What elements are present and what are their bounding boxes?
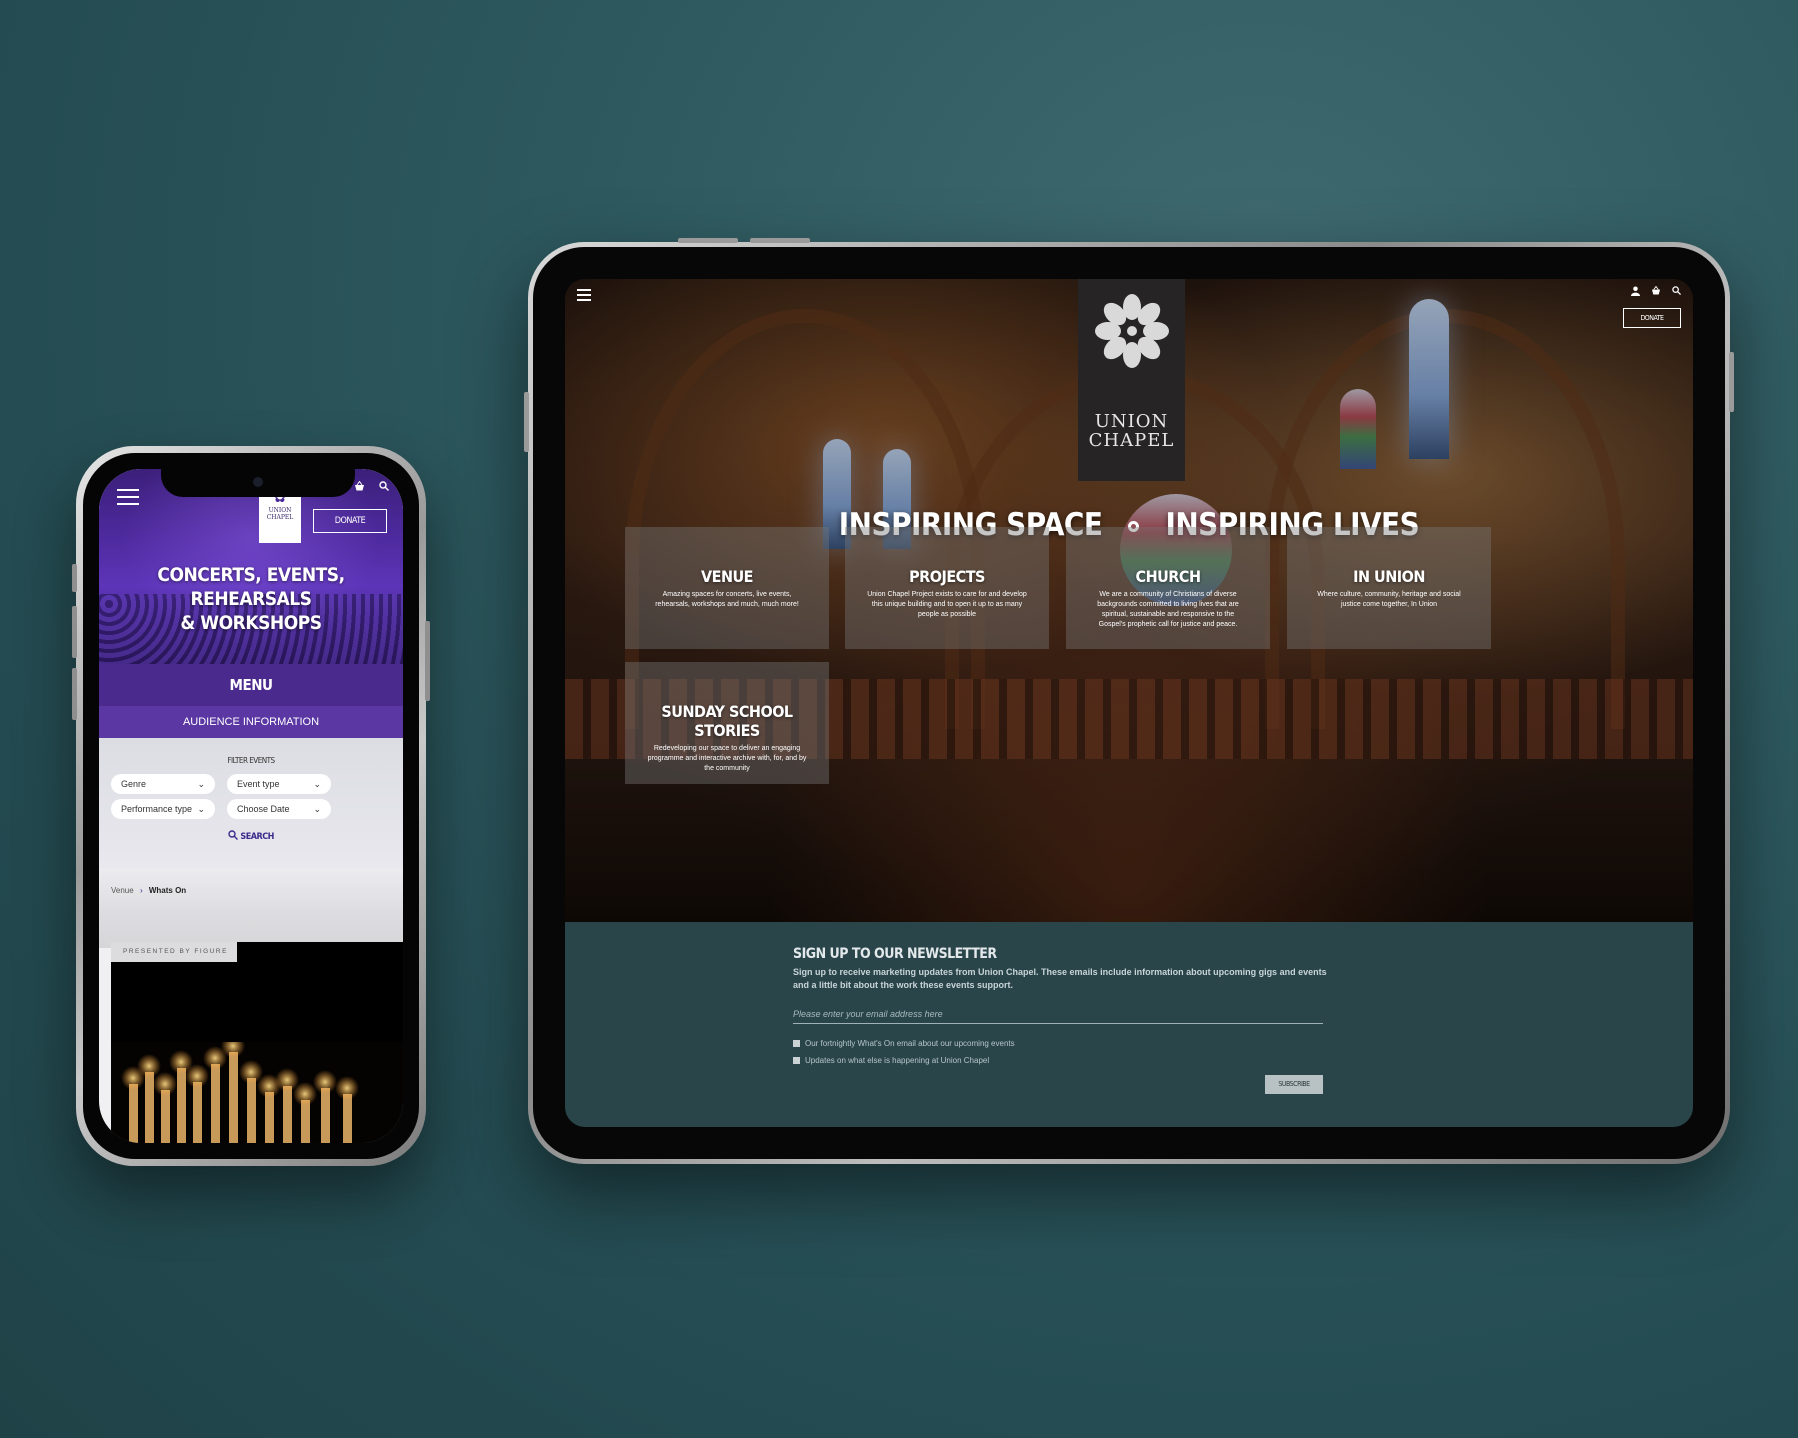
phone-mute-switch [72,564,77,592]
filter-events-panel: FILTER EVENTS Genre ⌄ Event type ⌄ Perfo… [99,738,403,868]
option-label: Updates on what else is happening at Uni… [805,1056,990,1065]
search-label: SEARCH [240,832,274,842]
tile-desc: Amazing spaces for concerts, live events… [655,591,799,608]
chevron-down-icon: ⌄ [313,804,321,814]
chevron-down-icon: ⌄ [197,779,205,789]
phone-volume-down [72,668,77,720]
hero-title: CONCERTS, EVENTS, REHEARSALS & WORKSHOPS [99,563,403,635]
flower-logo-icon [1094,294,1169,368]
search-button[interactable]: SEARCH [99,830,403,842]
phone-bezel: ✿ UNION CHAPEL DONATE CONCERTS, EVENTS, … [83,453,419,1159]
tile-projects[interactable]: PROJECTS Union Chapel Project exists to … [845,527,1049,649]
date-select-value: Choose Date [237,804,290,814]
phone-logo[interactable]: ✿ UNION CHAPEL [259,489,301,543]
logo-line-1: UNION [268,507,292,514]
event-type-select[interactable]: Event type ⌄ [227,774,331,794]
hero-title-line-1: CONCERTS, EVENTS, REHEARSALS [157,564,345,610]
donate-button[interactable]: DONATE [1623,308,1681,328]
breadcrumb-current: Whats On [148,886,187,895]
tile-in-union[interactable]: IN UNION Where culture, community, herit… [1287,527,1491,649]
tablet-top-button-2 [750,238,810,243]
phone-power-button [425,621,430,701]
search-icon [228,830,239,840]
basket-icon[interactable] [1651,285,1661,299]
event-card-tag: PRESENTED BY FIGURE [111,942,237,962]
candles-image [111,1042,403,1143]
menu-icon[interactable] [577,289,591,301]
chevron-down-icon: ⌄ [197,804,205,814]
breadcrumb-area: Venue › Whats On [99,868,403,948]
logo-line-2: CHAPEL [1088,430,1175,451]
tile-venue[interactable]: VENUE Amazing spaces for concerts, live … [625,527,829,649]
phone-notch [161,469,355,497]
basket-icon[interactable] [354,480,365,495]
genre-select-value: Genre [121,779,147,789]
logo-line-1: UNION [1094,411,1169,432]
breadcrumb-venue[interactable]: Venue [111,886,134,895]
event-card[interactable]: PRESENTED BY FIGURE [111,942,403,1143]
audience-information-link[interactable]: AUDIENCE INFORMATION [99,706,403,738]
subscribe-button[interactable]: SUBSCRIBE [1265,1075,1323,1094]
tile-sunday-school-stories[interactable]: SUNDAY SCHOOL STORIES Redeveloping our s… [625,662,829,784]
date-select[interactable]: Choose Date ⌄ [227,799,331,819]
chevron-down-icon: ⌄ [313,779,321,789]
newsletter-section: SIGN UP TO OUR NEWSLETTER Sign up to rec… [565,922,1693,1127]
event-type-select-value: Event type [237,779,280,789]
checkbox[interactable] [793,1057,800,1064]
tile-desc: Where culture, community, heritage and s… [1317,591,1461,608]
logo-text: UNION CHAPEL [1078,412,1185,450]
newsletter-description: Sign up to receive marketing updates fro… [793,967,1327,990]
tablet-screen: UNION CHAPEL DONATE INSPIRING SPACE INSPI… [565,279,1693,1127]
breadcrumb: Venue › Whats On [111,886,186,895]
front-camera [253,477,263,487]
user-icon[interactable] [1631,286,1640,299]
tile-desc: Union Chapel Project exists to care for … [867,591,1027,618]
email-input[interactable] [793,1004,1323,1024]
tile-title: PROJECTS [909,567,985,586]
performance-type-select-value: Performance type [121,804,193,814]
option-label: Our fortnightly What's On email about ou… [805,1039,1015,1048]
newsletter-title: SIGN UP TO OUR NEWSLETTER [793,946,997,962]
tablet-side-button [524,392,529,452]
tablet-logo[interactable]: UNION CHAPEL [1078,279,1185,481]
tile-church[interactable]: CHURCH We are a community of Christians … [1066,527,1270,649]
search-icon[interactable] [1672,286,1681,299]
phone-device: ✿ UNION CHAPEL DONATE CONCERTS, EVENTS, … [72,446,430,1166]
chevron-right-icon: › [139,886,143,895]
tablet-hero: UNION CHAPEL DONATE INSPIRING SPACE INSPI… [565,279,1693,922]
performance-type-select[interactable]: Performance type ⌄ [111,799,215,819]
phone-screen: ✿ UNION CHAPEL DONATE CONCERTS, EVENTS, … [99,469,403,1143]
tablet-header-icons [1631,285,1681,299]
tablet-device: UNION CHAPEL DONATE INSPIRING SPACE INSPI… [524,238,1734,1164]
filter-title: FILTER EVENTS [227,756,275,765]
logo-line-2: CHAPEL [266,514,294,521]
tablet-power-button [1729,352,1734,412]
hero-title-line-2: & WORKSHOPS [180,612,322,634]
menu-button[interactable]: MENU [99,664,403,706]
tablet-top-button [678,238,738,243]
genre-select[interactable]: Genre ⌄ [111,774,215,794]
phone-volume-up [72,606,77,658]
tile-title: CHURCH [1135,567,1202,586]
search-icon[interactable] [379,481,389,495]
menu-icon[interactable] [117,489,139,505]
phone-hero: ✿ UNION CHAPEL DONATE CONCERTS, EVENTS, … [99,469,403,664]
option-updates[interactable]: Updates on what else is happening at Uni… [793,1056,989,1065]
tile-title: VENUE [700,567,754,586]
tile-title: SUNDAY SCHOOL STORIES [661,702,793,740]
tile-desc: We are a community of Christians of dive… [1097,591,1239,628]
tile-desc: Redeveloping our space to deliver an eng… [647,745,807,772]
donate-button[interactable]: DONATE [313,509,387,533]
checkbox[interactable] [793,1040,800,1047]
option-whats-on[interactable]: Our fortnightly What's On email about ou… [793,1039,1015,1048]
tile-title: IN UNION [1353,567,1425,586]
